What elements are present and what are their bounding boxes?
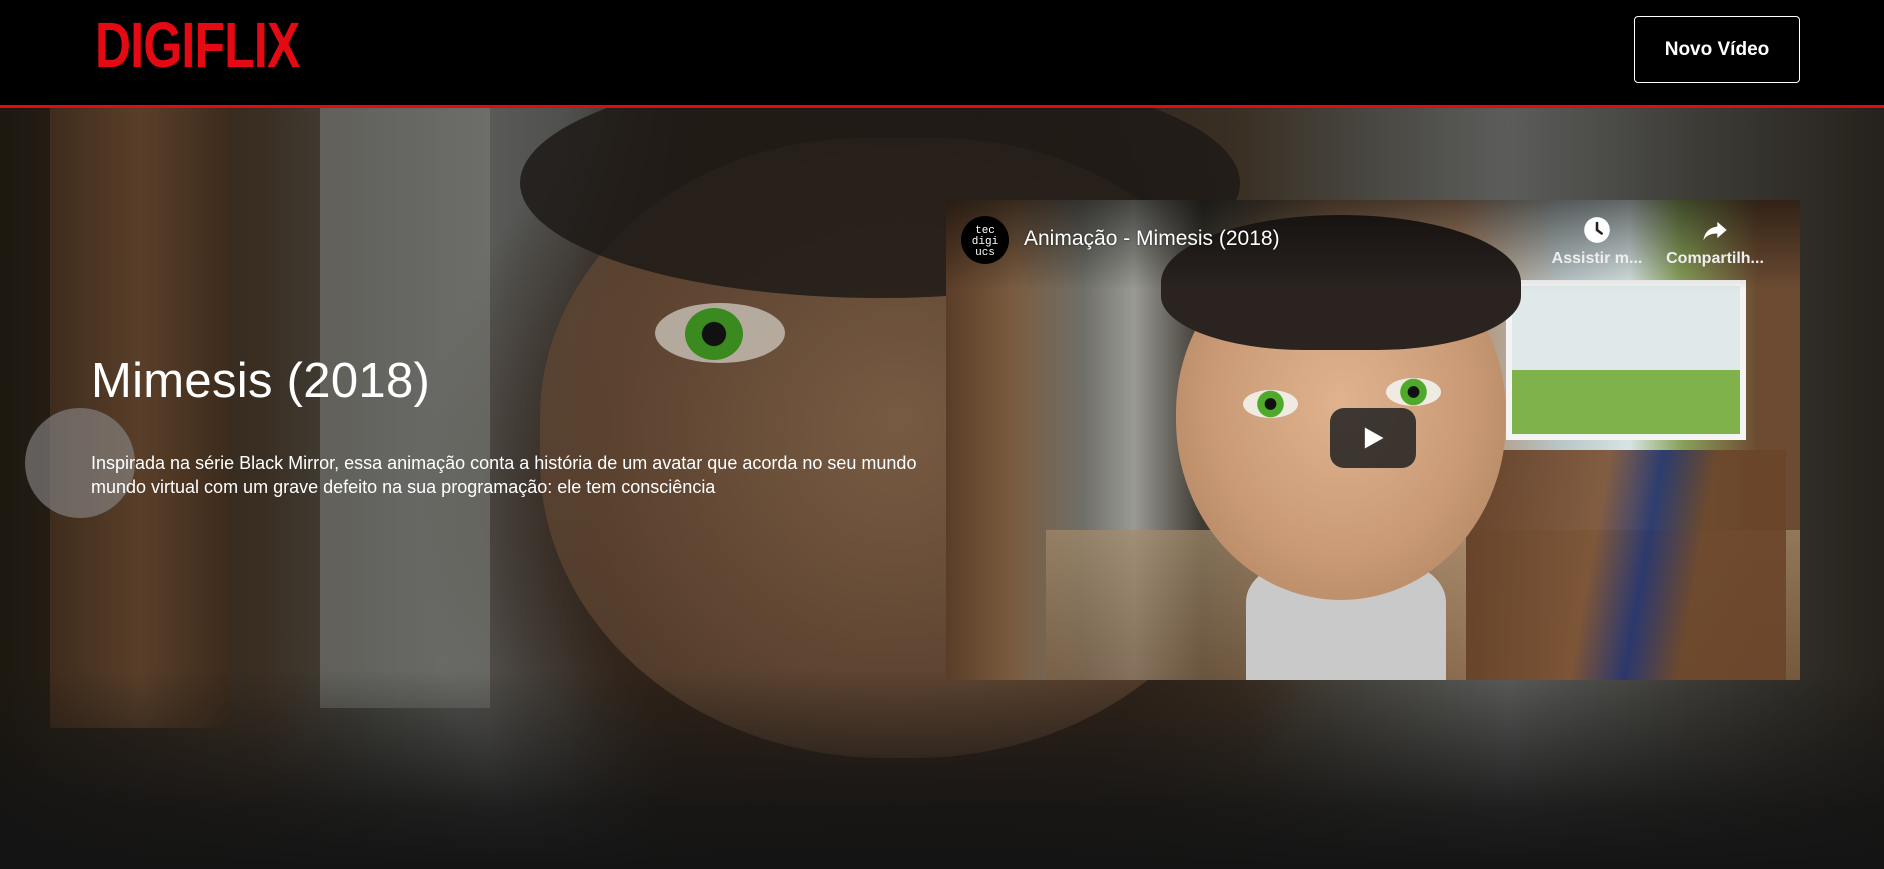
video-scene-grass xyxy=(1512,370,1740,434)
logo[interactable]: DIGIFLIX xyxy=(95,13,300,77)
new-video-button[interactable]: Novo Vídeo xyxy=(1634,16,1800,83)
share-label: Compartilh... xyxy=(1666,250,1764,267)
clock-icon xyxy=(1584,217,1610,243)
share-arrow-icon xyxy=(1703,221,1727,241)
share-button[interactable]: Compartilh... xyxy=(1660,216,1770,268)
banner-title: Mimesis (2018) xyxy=(91,354,431,408)
background-character-iris xyxy=(685,308,743,360)
channel-avatar[interactable]: tec digi ucs xyxy=(961,216,1009,264)
channel-avatar-line: ucs xyxy=(975,247,995,259)
banner-description: Inspirada na série Black Mirror, essa an… xyxy=(91,453,917,497)
video-scene-eye-right xyxy=(1386,378,1441,406)
watch-later-label: Assistir m... xyxy=(1551,250,1643,267)
video-scene-eye-left xyxy=(1243,390,1298,418)
video-scene-table xyxy=(1466,450,1786,680)
play-icon xyxy=(1364,427,1384,449)
featured-banner: Mimesis (2018) Inspirada na série Black … xyxy=(0,108,1884,869)
watch-later-button[interactable]: Assistir m... xyxy=(1542,216,1652,268)
video-player[interactable]: tec digi ucs Animação - Mimesis (2018) A… xyxy=(946,200,1800,680)
top-header: DIGIFLIX Novo Vídeo xyxy=(0,0,1884,108)
play-button[interactable] xyxy=(1330,408,1416,468)
video-title-link[interactable]: Animação - Mimesis (2018) xyxy=(1024,227,1280,251)
